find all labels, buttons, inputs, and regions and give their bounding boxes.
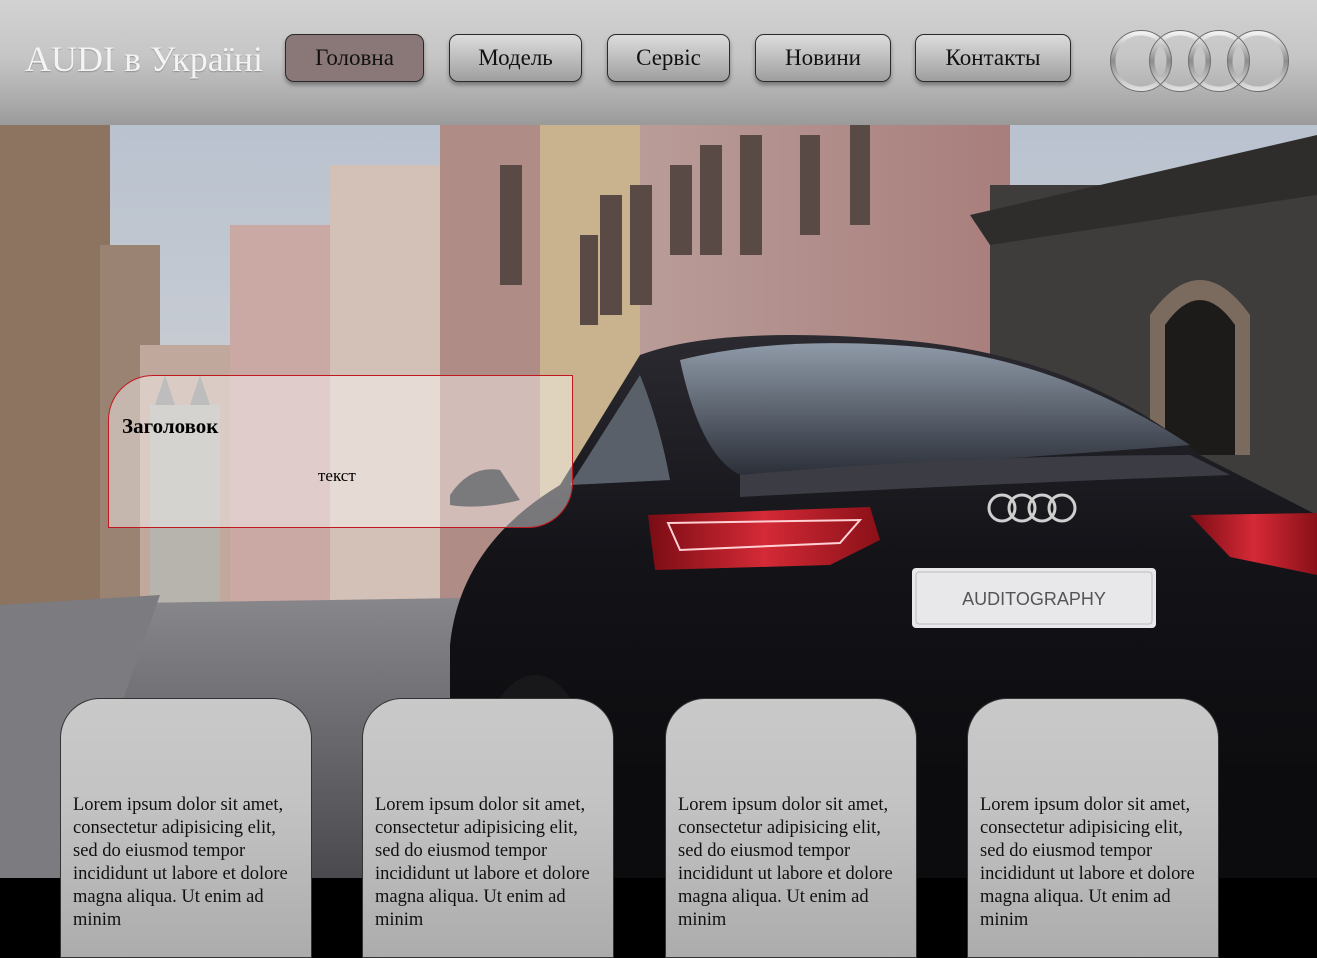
feature-card-text: Lorem ipsum dolor sit amet, consectetur … [73,795,288,930]
feature-card-text: Lorem ipsum dolor sit amet, consectetur … [678,795,893,930]
nav-button-service[interactable]: Сервіс [607,34,730,82]
site-brand[interactable]: AUDI в Україні [25,38,263,80]
feature-card-text: Lorem ipsum dolor sit amet, consectetur … [375,795,590,930]
feature-card-text: Lorem ipsum dolor sit amet, consectetur … [980,795,1195,930]
feature-card-1: Lorem ipsum dolor sit amet, consectetur … [60,698,312,958]
info-panel-title: Заголовок [122,414,219,438]
nav-button-home[interactable]: Головна [285,34,424,82]
feature-card-4: Lorem ipsum dolor sit amet, consectetur … [967,698,1219,958]
info-panel-text: текст [318,466,356,485]
info-panel: Заголовок текст [108,375,573,528]
nav-button-model[interactable]: Модель [449,34,582,82]
site-header: AUDI в Україні Головна Модель Сервіс Нов… [0,0,1317,125]
feature-card-2: Lorem ipsum dolor sit amet, consectetur … [362,698,614,958]
nav-button-news[interactable]: Новини [755,34,891,82]
license-plate-text: AUDITOGRAPHY [962,589,1106,609]
audi-rings-logo-icon[interactable] [1108,28,1290,94]
feature-card-3: Lorem ipsum dolor sit amet, consectetur … [665,698,917,958]
nav-button-contacts[interactable]: Контакты [915,34,1071,82]
